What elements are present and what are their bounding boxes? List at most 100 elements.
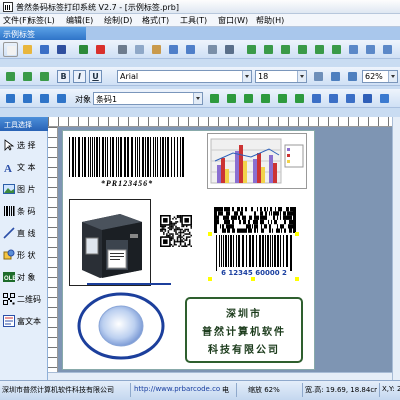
barcode-ean13[interactable] (212, 235, 296, 273)
status-divider (302, 383, 303, 397)
selection-handle[interactable] (295, 232, 299, 236)
horizontal-scrollbar[interactable] (48, 372, 392, 380)
center-horizontal-icon[interactable] (3, 91, 18, 106)
format-brush-icon[interactable] (311, 69, 326, 84)
send-back-icon[interactable] (224, 91, 239, 106)
open-folder-icon[interactable] (20, 42, 35, 57)
lock-icon[interactable] (275, 91, 290, 106)
object-select[interactable]: 条码1 (93, 92, 203, 105)
company-line-1: 深圳市 (226, 309, 262, 320)
ellipse-shape[interactable] (77, 291, 165, 361)
same-height-icon[interactable] (363, 42, 378, 57)
menu-format[interactable]: 格式(T) (142, 15, 169, 26)
tool-richtext[interactable]: 富文本 (0, 311, 48, 333)
ungroup-icon[interactable] (258, 91, 273, 106)
printer-image[interactable] (69, 199, 151, 286)
tool-qrcode[interactable]: 二维码 (0, 289, 48, 311)
undo-icon[interactable] (166, 42, 181, 57)
vertical-scrollbar[interactable] (392, 117, 400, 380)
properties-icon[interactable] (377, 91, 392, 106)
menu-window[interactable]: 窗口(W) (218, 15, 248, 26)
chart-image[interactable] (207, 133, 307, 189)
align-middle-icon[interactable] (312, 42, 327, 57)
qrcode[interactable] (160, 215, 192, 247)
font-size-value: 18 (258, 72, 269, 81)
bring-front-icon[interactable] (207, 91, 222, 106)
tool-richtext-label: 富文本 (17, 317, 41, 326)
divider-line[interactable] (87, 283, 171, 285)
text-align-right-icon[interactable] (37, 69, 52, 84)
close-icon[interactable] (93, 42, 108, 57)
space-vertical-icon[interactable] (54, 91, 69, 106)
selection-handle[interactable] (251, 277, 255, 281)
redo-icon[interactable] (183, 42, 198, 57)
print-icon[interactable] (222, 42, 237, 57)
menu-edit[interactable]: 编辑(E) (66, 15, 93, 26)
align-right-icon[interactable] (278, 42, 293, 57)
tool-object[interactable]: OLE 对 象 (0, 267, 48, 289)
tool-select[interactable]: 选 择 (0, 135, 48, 157)
tool-image[interactable]: 图 片 (0, 179, 48, 201)
tool-shape[interactable]: 形 状 (0, 245, 48, 267)
status-bar: 深圳市普然计算机软件科技有限公司 http://www.prbarcode.co… (0, 380, 400, 400)
same-width-icon[interactable] (346, 42, 361, 57)
status-size: 宽.高: 19.69, 18.84cm (305, 386, 377, 394)
tool-barcode[interactable]: 条 码 (0, 201, 48, 223)
same-size-icon[interactable] (380, 42, 395, 57)
selection-handle[interactable] (295, 277, 299, 281)
unlock-icon[interactable] (292, 91, 307, 106)
menu-tools[interactable]: 工具(T) (180, 15, 207, 26)
zoom-select[interactable]: 62% (362, 70, 398, 83)
menu-help[interactable]: 帮助(H) (256, 15, 284, 26)
status-website[interactable]: http://www.prbarcode.com (134, 385, 220, 393)
zoom-out-icon[interactable] (345, 69, 360, 84)
group-icon[interactable] (241, 91, 256, 106)
paste-icon[interactable] (149, 42, 164, 57)
space-horizontal-icon[interactable] (37, 91, 52, 106)
font-name-select[interactable]: Arial (117, 70, 252, 83)
italic-button[interactable]: I (73, 70, 86, 83)
delete-icon[interactable] (360, 91, 375, 106)
rotate-right-icon[interactable] (326, 91, 341, 106)
save-as-icon[interactable] (54, 42, 69, 57)
align-top-icon[interactable] (295, 42, 310, 57)
status-phone: 电 (222, 386, 229, 394)
menu-draw[interactable]: 绘制(D) (104, 15, 132, 26)
tool-line[interactable]: 直 线 (0, 223, 48, 245)
menu-label[interactable]: 标签(L) (28, 15, 55, 26)
save-icon[interactable] (37, 42, 52, 57)
selection-handle[interactable] (208, 232, 212, 236)
cut-icon[interactable] (115, 42, 130, 57)
object-toolbar: 对象 条码1 (0, 89, 400, 108)
align-bottom-icon[interactable] (329, 42, 344, 57)
text-align-center-icon[interactable] (20, 69, 35, 84)
flip-icon[interactable] (343, 91, 358, 106)
company-text-box[interactable]: 深圳市 普然计算机软件 科技有限公司 (185, 297, 303, 363)
center-vertical-icon[interactable] (20, 91, 35, 106)
tool-text[interactable]: A 文 本 (0, 157, 48, 179)
align-center-icon[interactable] (261, 42, 276, 57)
text-align-left-icon[interactable] (3, 69, 18, 84)
font-name-value: Arial (120, 72, 139, 81)
rich-text-icon (3, 315, 15, 327)
check-icon[interactable] (76, 42, 91, 57)
status-divider (379, 383, 380, 397)
copy-icon[interactable] (132, 42, 147, 57)
zoom-in-icon[interactable] (328, 69, 343, 84)
selection-handle[interactable] (208, 277, 212, 281)
text-icon: A (4, 163, 12, 173)
menu-file[interactable]: 文件(F) (3, 15, 30, 26)
line-icon (3, 227, 15, 239)
rotate-left-icon[interactable] (309, 91, 324, 106)
barcode-pdf417[interactable] (214, 207, 296, 233)
chevron-down-icon (193, 93, 202, 104)
align-left-icon[interactable] (244, 42, 259, 57)
document-tab[interactable]: 示例标签 (0, 27, 86, 40)
label-canvas[interactable]: *PR123456* 6 12345 60000 2 深圳市 普然计算机软件 科… (62, 130, 315, 370)
font-size-select[interactable]: 18 (255, 70, 307, 83)
new-file-icon[interactable] (3, 42, 18, 57)
tool-object-label: 对 象 (17, 273, 36, 282)
bold-button[interactable]: B (57, 70, 70, 83)
print-preview-icon[interactable] (205, 42, 220, 57)
underline-button[interactable]: U (89, 70, 102, 83)
